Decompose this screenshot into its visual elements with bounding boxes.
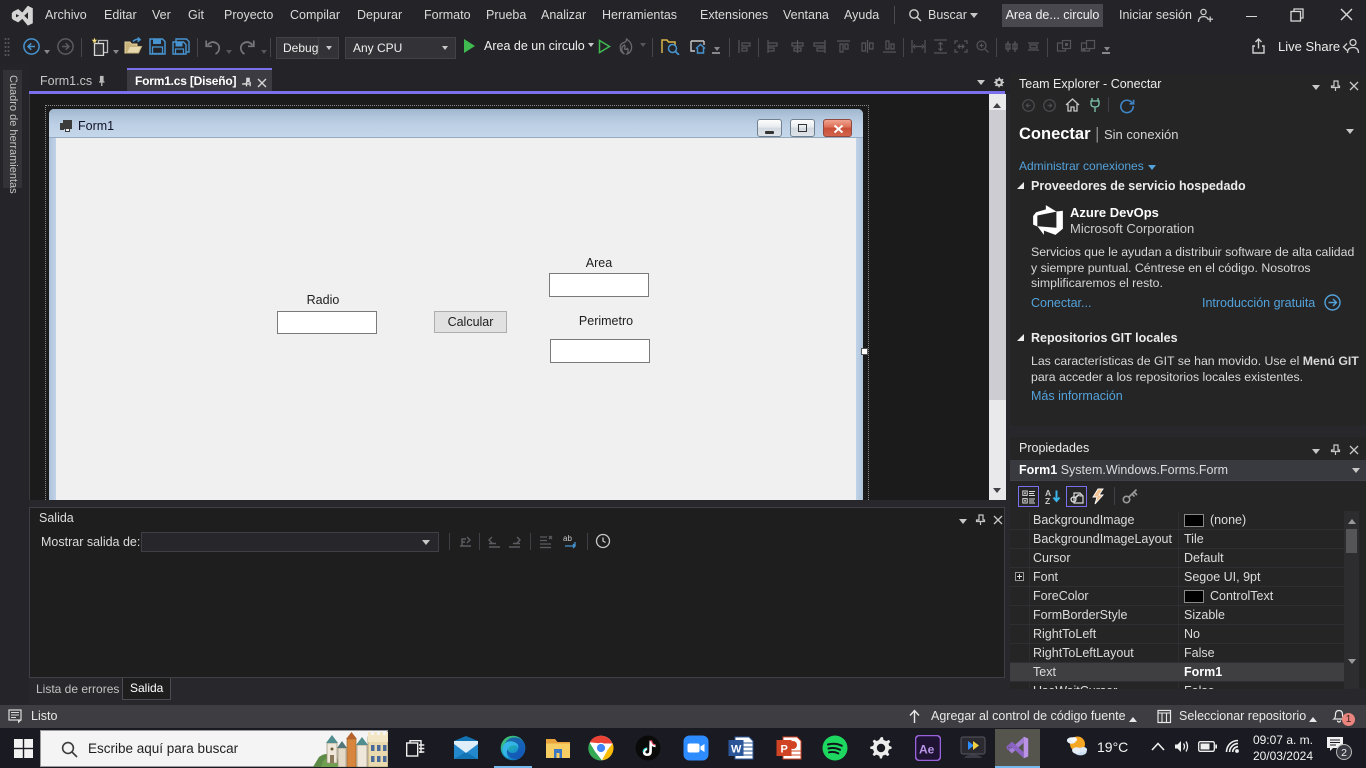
svg-text:Z: Z bbox=[1045, 496, 1050, 505]
svg-text:Ae: Ae bbox=[919, 743, 935, 757]
svg-text:P: P bbox=[781, 744, 788, 756]
svg-text:W: W bbox=[731, 744, 742, 756]
svg-text:ab: ab bbox=[563, 534, 572, 543]
